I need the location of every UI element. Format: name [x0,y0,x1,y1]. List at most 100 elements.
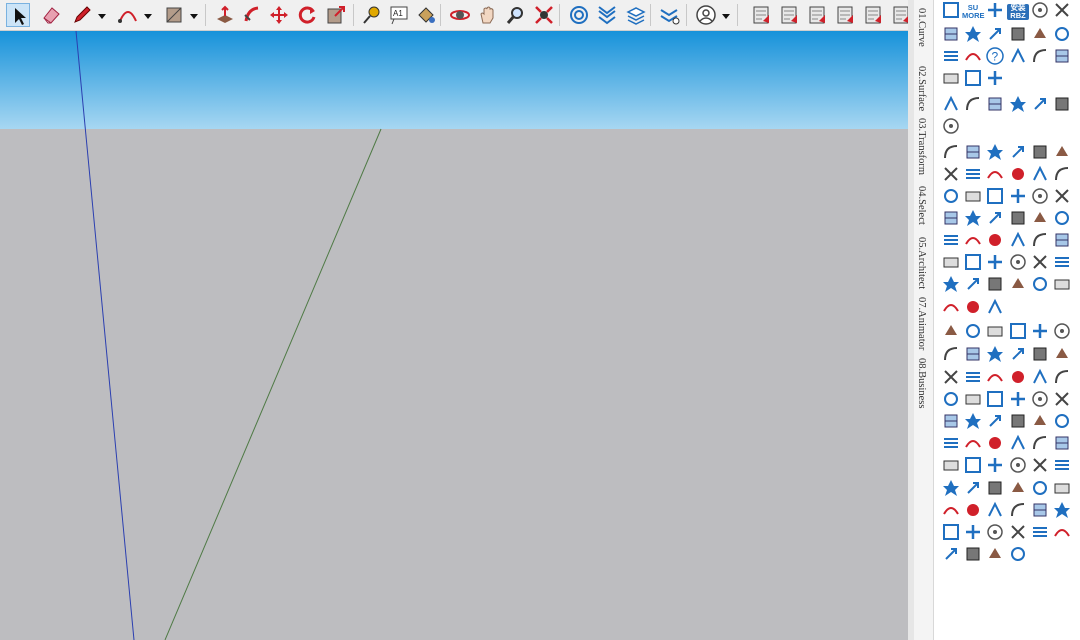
warehouse-button[interactable] [567,3,591,27]
plugin-tool-button[interactable] [941,455,961,475]
plugin-tool-button[interactable] [941,344,961,364]
plugin-tool-button[interactable] [1052,94,1072,114]
plugin-tool-button[interactable] [1008,230,1028,250]
plugin-tool-button[interactable] [1052,500,1072,520]
plugin-tool-button[interactable] [1030,455,1050,475]
plugin-tool-button[interactable] [1052,321,1072,341]
plugin-tool-button[interactable] [985,389,1005,409]
plugin-tool-button[interactable] [1030,411,1050,431]
plugin-tool-button[interactable] [1030,94,1050,114]
plugin-tool-button[interactable] [941,0,961,20]
plugin-tool-button[interactable] [963,478,983,498]
plugin-tool-button[interactable] [941,367,961,387]
plugin-tool-button[interactable] [985,344,1005,364]
eraser-tool[interactable] [39,3,63,27]
plugin-tool-button[interactable] [1008,252,1028,272]
chevron-down-icon[interactable] [721,9,731,21]
plugin-tool-button[interactable] [985,252,1005,272]
plugin-tool-button[interactable] [985,142,1005,162]
plugin-tool-button[interactable] [985,230,1005,250]
plugin-tool-button[interactable] [941,500,961,520]
plugin-tool-button[interactable] [1008,544,1028,564]
plugin-tool-button[interactable] [1008,46,1028,66]
plugin-tool-button[interactable] [1052,522,1072,542]
plugin-tool-button[interactable] [941,230,961,250]
plugin-tool-button[interactable] [1030,389,1050,409]
plugin-tool-button[interactable] [1052,455,1072,475]
select-tool[interactable] [6,3,30,27]
plugin-tool-button[interactable] [985,208,1005,228]
tray-tab[interactable]: 08.Business [916,358,927,408]
plugin-tool-button[interactable] [1008,208,1028,228]
3d-viewport[interactable] [0,31,908,640]
plugin-tool-button[interactable] [985,68,1005,88]
plugin-tool-button[interactable] [985,433,1005,453]
plugin-tool-button[interactable] [963,94,983,114]
plugin-tool-button[interactable] [963,24,983,44]
plugin-tool-button[interactable] [963,230,983,250]
plugin-tool-button[interactable] [1030,252,1050,272]
scene-5-button[interactable] [861,3,885,27]
plugin-tool-button[interactable] [985,94,1005,114]
tray-tab[interactable]: 05.Architect [916,237,927,289]
plugin-tool-button[interactable] [963,164,983,184]
plugin-tool-button[interactable] [1052,411,1072,431]
plugin-tool-button[interactable] [941,186,961,206]
plugin-tool-button[interactable] [1030,0,1050,20]
plugin-tool-button[interactable] [1052,164,1072,184]
plugin-tool-button[interactable] [1030,433,1050,453]
scene-2-button[interactable] [777,3,801,27]
chevron-down-icon[interactable] [189,9,199,21]
extension-manager-button[interactable] [658,3,682,27]
plugin-tool-button[interactable] [1052,252,1072,272]
plugin-tool-button[interactable] [963,186,983,206]
plugin-tool-button[interactable] [941,297,961,317]
scene-1-button[interactable] [749,3,773,27]
plugin-tool-button[interactable] [941,46,961,66]
plugin-tool-button[interactable] [985,455,1005,475]
plugin-tool-button[interactable] [1008,186,1028,206]
tray-tab[interactable]: 02.Surface [916,66,927,111]
chevron-down-icon[interactable] [97,9,107,21]
chevron-down-icon[interactable] [143,9,153,21]
plugin-tool-button[interactable] [941,433,961,453]
text-tool[interactable]: A1 [388,3,412,27]
install-rbz-button[interactable]: 安装 RBZ [1007,4,1029,20]
plugin-tool-button[interactable] [941,522,961,542]
plugin-tool-button[interactable] [1008,411,1028,431]
plugin-tool-button[interactable] [1030,321,1050,341]
plugin-tool-button[interactable] [963,321,983,341]
plugin-tool-button[interactable] [1030,208,1050,228]
plugin-tool-button[interactable] [941,142,961,162]
plugin-tool-button[interactable] [1008,478,1028,498]
plugin-tool-button[interactable] [1052,186,1072,206]
plugin-tool-button[interactable] [1030,344,1050,364]
tray-tab[interactable]: 07.Animator [916,297,927,350]
scale-tool[interactable] [324,3,348,27]
plugin-tool-button[interactable] [1008,24,1028,44]
plugin-tool-button[interactable] [941,94,961,114]
arc-tool[interactable] [116,3,140,27]
plugin-tool-button[interactable] [1052,208,1072,228]
plugin-tool-button[interactable] [1052,274,1072,294]
plugin-tool-button[interactable] [1008,433,1028,453]
plugin-tool-button[interactable] [1052,24,1072,44]
plugin-tool-button[interactable] [985,186,1005,206]
account-button[interactable] [694,3,718,27]
plugin-tool-button[interactable] [963,274,983,294]
plugin-tool-button[interactable] [1008,455,1028,475]
plugin-tool-button[interactable] [941,274,961,294]
follow-me-tool[interactable] [240,3,264,27]
plugin-tool-button[interactable] [941,321,961,341]
line-tool[interactable] [70,3,94,27]
plugin-tool-button[interactable] [985,522,1005,542]
plugin-tool-button[interactable] [1030,500,1050,520]
plugin-tool-button[interactable] [1030,186,1050,206]
plugin-tool-button[interactable] [1052,46,1072,66]
plugin-tool-button[interactable] [985,478,1005,498]
plugin-tool-button[interactable] [1030,367,1050,387]
plugin-tool-button[interactable] [1008,321,1028,341]
plugin-tool-button[interactable] [1008,344,1028,364]
plugin-tool-button[interactable] [1052,142,1072,162]
tray-tab[interactable]: 01.Curve [916,8,927,47]
